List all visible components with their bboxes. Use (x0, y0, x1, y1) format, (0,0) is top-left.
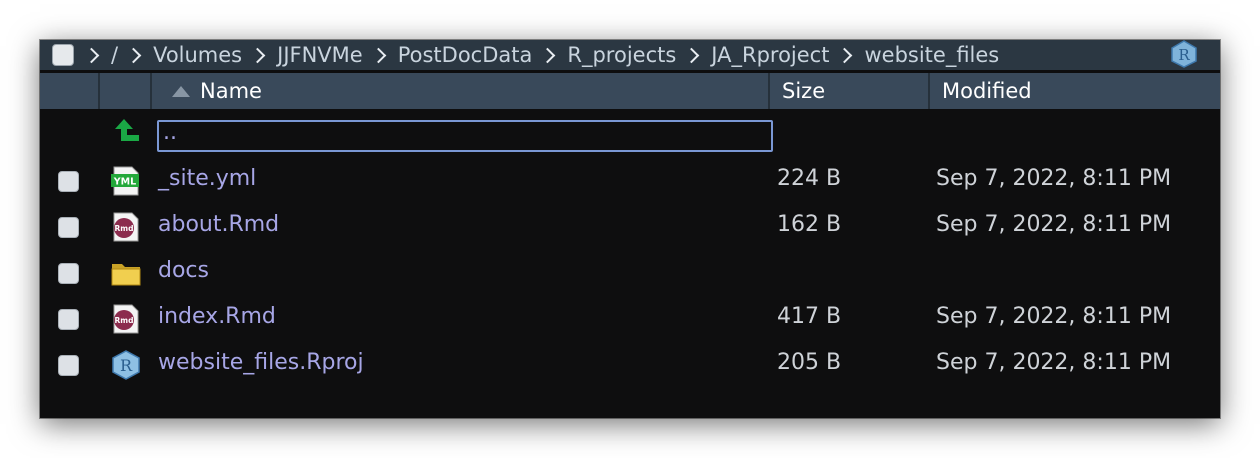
row-checkbox[interactable] (58, 263, 79, 284)
file-name-link[interactable]: docs (158, 258, 209, 283)
rproj-go-to-project-icon[interactable]: R (1170, 40, 1198, 68)
breadcrumb-postdocdata[interactable]: PostDocData (398, 43, 533, 67)
file-row[interactable]: R website_files.Rproj 205 B Sep 7, 2022,… (40, 342, 1220, 388)
rmd-file-icon: Rmd (113, 212, 139, 242)
modified-column-label: Modified (942, 79, 1032, 103)
breadcrumb-r-projects[interactable]: R_projects (567, 43, 676, 67)
file-name-link[interactable]: about.Rmd (158, 212, 279, 237)
rmd-file-icon: Rmd (113, 304, 139, 334)
folder-icon (111, 264, 141, 286)
name-column-header[interactable]: Name (152, 73, 770, 109)
select-all-checkbox[interactable] (52, 44, 74, 66)
breadcrumb-volumes[interactable]: Volumes (153, 43, 242, 67)
file-row[interactable]: Rmd index.Rmd 417 B Sep 7, 2022, 8:11 PM (40, 296, 1220, 342)
row-checkbox[interactable] (58, 171, 79, 192)
up-arrow-icon[interactable] (112, 116, 142, 146)
yml-file-icon: YML (111, 166, 139, 196)
breadcrumb: / Volumes JJFNVMe PostDocData R_projects… (40, 40, 1220, 70)
breadcrumb-root[interactable]: / (111, 43, 118, 67)
file-size: 162 B (777, 212, 842, 237)
svg-text:Rmd: Rmd (115, 224, 134, 233)
chevron-right-icon (837, 47, 853, 63)
row-checkbox[interactable] (58, 355, 79, 376)
file-modified: Sep 7, 2022, 8:11 PM (936, 304, 1172, 329)
modified-column-header[interactable]: Modified (930, 73, 1220, 109)
file-name-link[interactable]: website_files.Rproj (158, 350, 364, 375)
chevron-right-icon (684, 47, 700, 63)
column-header: Name Size Modified (40, 73, 1220, 109)
breadcrumb-ja-rproject[interactable]: JA_Rproject (711, 43, 829, 67)
name-column-label: Name (200, 79, 262, 103)
size-column-header[interactable]: Size (770, 73, 930, 109)
rproj-file-icon: R (112, 350, 140, 380)
chevron-right-icon (370, 47, 386, 63)
parent-directory-link[interactable]: .. (157, 120, 773, 152)
row-checkbox[interactable] (58, 309, 79, 330)
file-row[interactable]: Rmd about.Rmd 162 B Sep 7, 2022, 8:11 PM (40, 204, 1220, 250)
svg-text:R: R (120, 356, 133, 375)
svg-text:YML: YML (113, 177, 136, 188)
checkbox-column-header (40, 73, 100, 109)
chevron-right-icon (83, 47, 100, 63)
file-name-link[interactable]: index.Rmd (158, 304, 276, 329)
file-row[interactable]: docs (40, 250, 1220, 296)
svg-text:R: R (1178, 46, 1190, 64)
breadcrumb-website-files[interactable]: website_files (864, 43, 999, 67)
icon-column-header (100, 73, 152, 109)
size-column-label: Size (782, 79, 826, 103)
chevron-right-icon (125, 47, 142, 63)
file-modified: Sep 7, 2022, 8:11 PM (936, 350, 1172, 375)
file-row[interactable]: YML _site.yml 224 B Sep 7, 2022, 8:11 PM (40, 158, 1220, 204)
svg-text:Rmd: Rmd (115, 316, 134, 325)
file-modified: Sep 7, 2022, 8:11 PM (936, 212, 1172, 237)
chevron-right-icon (540, 47, 556, 63)
row-checkbox[interactable] (58, 217, 79, 238)
file-modified: Sep 7, 2022, 8:11 PM (936, 166, 1172, 191)
file-size: 224 B (777, 166, 842, 191)
file-size: 417 B (777, 304, 842, 329)
file-size: 205 B (777, 350, 842, 375)
file-name-link[interactable]: _site.yml (158, 166, 256, 191)
chevron-right-icon (249, 47, 266, 63)
file-pane: / Volumes JJFNVMe PostDocData R_projects… (40, 40, 1220, 418)
sort-ascending-icon (172, 85, 190, 97)
breadcrumb-jjfnvme[interactable]: JJFNVMe (277, 43, 363, 67)
